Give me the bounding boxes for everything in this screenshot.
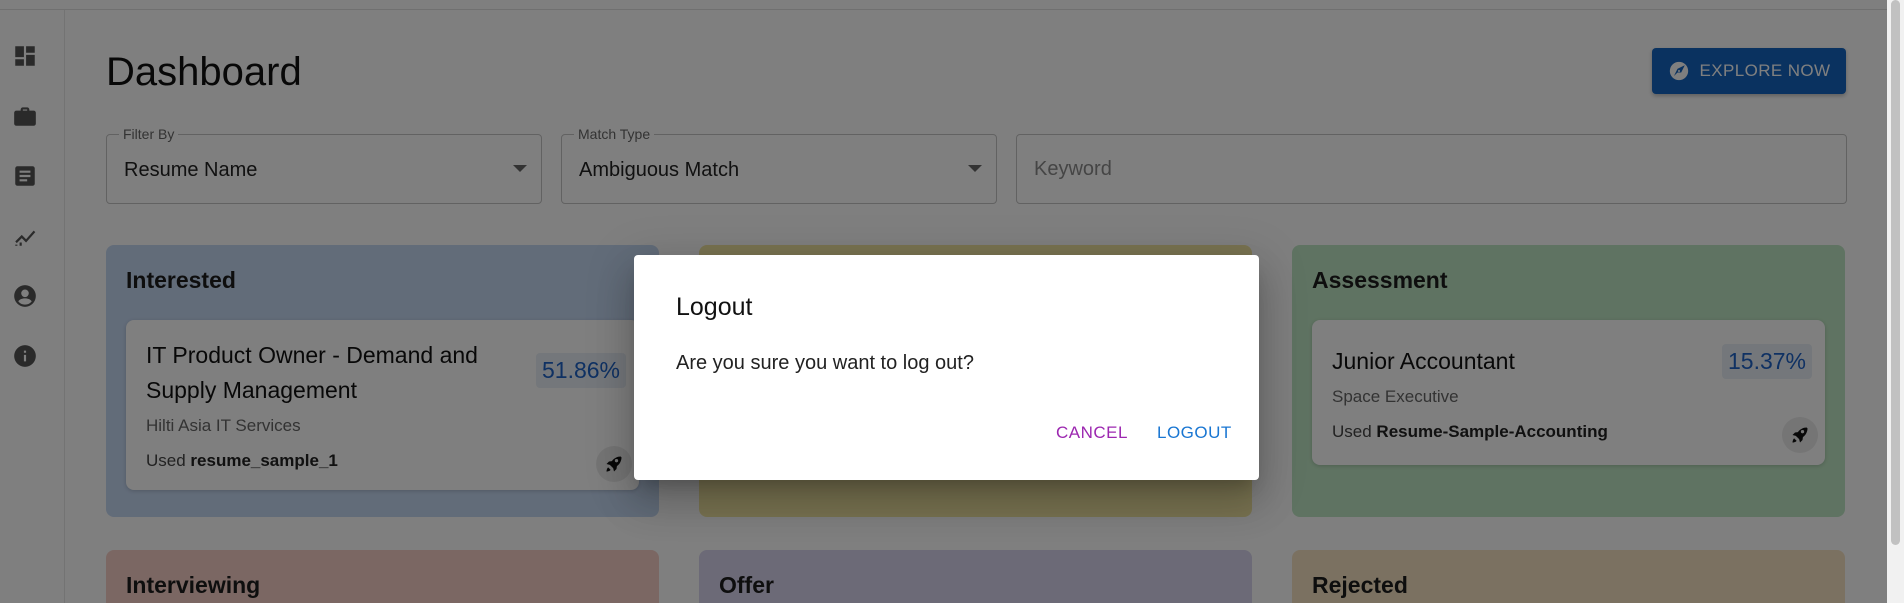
- dialog-message: Are you sure you want to log out?: [676, 352, 974, 374]
- scrollbar[interactable]: [1887, 0, 1904, 603]
- logout-button[interactable]: LOGOUT: [1149, 417, 1240, 449]
- logout-dialog: Logout Are you sure you want to log out?…: [634, 255, 1259, 480]
- dialog-title: Logout: [676, 293, 753, 321]
- scrollbar-thumb[interactable]: [1891, 0, 1900, 545]
- cancel-button[interactable]: CANCEL: [1048, 417, 1136, 449]
